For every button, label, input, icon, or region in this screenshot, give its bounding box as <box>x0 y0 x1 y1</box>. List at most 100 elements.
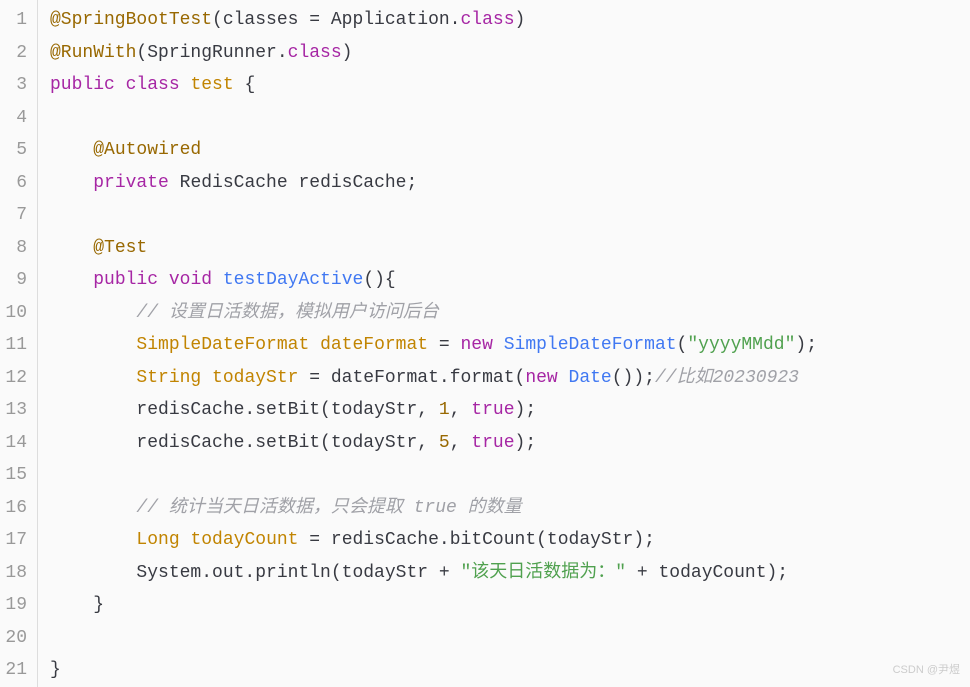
line-number: 17 <box>4 524 27 557</box>
code-token: public <box>93 270 158 290</box>
code-token: , <box>450 400 472 420</box>
code-token <box>309 335 320 355</box>
line-number: 14 <box>4 427 27 460</box>
code-token: = redisCache.bitCount(todayStr); <box>298 530 654 550</box>
line-number: 7 <box>4 199 27 232</box>
code-token: ) <box>342 43 353 63</box>
code-token: } <box>50 660 61 680</box>
code-token <box>180 75 191 95</box>
line-number-gutter: 123456789101112131415161718192021 <box>0 0 38 687</box>
code-token: ); <box>515 400 537 420</box>
code-line: Long todayCount = redisCache.bitCount(to… <box>50 524 970 557</box>
code-token: + todayCount); <box>626 563 788 583</box>
watermark: CSDN @尹煜 <box>893 661 960 681</box>
code-line: String todayStr = dateFormat.format(new … <box>50 362 970 395</box>
code-token: new <box>525 368 557 388</box>
code-line <box>50 102 970 135</box>
code-token: = <box>428 335 460 355</box>
code-token: todayStr <box>212 368 298 388</box>
code-line: System.out.println(todayStr + "该天日活数据为："… <box>50 557 970 590</box>
code-line: // 统计当天日活数据，只会提取 true 的数量 <box>50 492 970 525</box>
code-token <box>50 498 136 518</box>
code-token: String <box>136 368 201 388</box>
code-token: new <box>461 335 493 355</box>
code-token: RedisCache redisCache; <box>169 173 417 193</box>
code-token: { <box>234 75 256 95</box>
code-token: todayCount <box>190 530 298 550</box>
code-token: true <box>471 400 514 420</box>
code-token <box>50 368 136 388</box>
code-token <box>50 530 136 550</box>
code-token <box>50 303 136 323</box>
code-token: ) <box>515 10 526 30</box>
line-number: 5 <box>4 134 27 167</box>
code-token: ); <box>795 335 817 355</box>
code-token: ()); <box>612 368 655 388</box>
line-number: 20 <box>4 622 27 655</box>
line-number: 2 <box>4 37 27 70</box>
line-number: 19 <box>4 589 27 622</box>
code-token: redisCache.setBit(todayStr, <box>50 400 439 420</box>
line-number: 12 <box>4 362 27 395</box>
code-token <box>50 335 136 355</box>
code-token: @RunWith <box>50 43 136 63</box>
code-token: testDayActive <box>223 270 363 290</box>
line-number: 3 <box>4 69 27 102</box>
code-token <box>50 238 93 258</box>
code-token: // 设置日活数据，模拟用户访问后台 <box>136 303 438 323</box>
code-token: = dateFormat.format( <box>298 368 525 388</box>
code-token: Date <box>569 368 612 388</box>
code-token: @Test <box>93 238 147 258</box>
code-token <box>115 75 126 95</box>
code-token: ); <box>515 433 537 453</box>
line-number: 9 <box>4 264 27 297</box>
code-token: true <box>471 433 514 453</box>
code-token: void <box>169 270 212 290</box>
line-number: 21 <box>4 654 27 687</box>
code-line: redisCache.setBit(todayStr, 5, true); <box>50 427 970 460</box>
code-line: redisCache.setBit(todayStr, 1, true); <box>50 394 970 427</box>
code-line: @Test <box>50 232 970 265</box>
line-number: 8 <box>4 232 27 265</box>
code-token: @SpringBootTest <box>50 10 212 30</box>
code-line: } <box>50 654 970 687</box>
line-number: 1 <box>4 4 27 37</box>
code-token: class <box>126 75 180 95</box>
code-token: // 统计当天日活数据，只会提取 true 的数量 <box>136 498 521 518</box>
code-token: @Autowired <box>93 140 201 160</box>
line-number: 6 <box>4 167 27 200</box>
line-number: 16 <box>4 492 27 525</box>
code-token: "该天日活数据为：" <box>460 563 626 583</box>
code-token: "yyyyMMdd" <box>687 335 795 355</box>
code-line <box>50 199 970 232</box>
code-token <box>180 530 191 550</box>
code-token <box>50 270 93 290</box>
code-token: class <box>288 43 342 63</box>
code-token <box>50 173 93 193</box>
code-line: } <box>50 589 970 622</box>
code-token <box>212 270 223 290</box>
code-token: SimpleDateFormat <box>136 335 309 355</box>
code-token: 5 <box>439 433 450 453</box>
code-token: (classes = Application. <box>212 10 460 30</box>
code-token: } <box>50 595 104 615</box>
line-number: 10 <box>4 297 27 330</box>
code-token <box>493 335 504 355</box>
code-token: ( <box>677 335 688 355</box>
code-line: public class test { <box>50 69 970 102</box>
code-area: @SpringBootTest(classes = Application.cl… <box>38 0 970 687</box>
code-token: (SpringRunner. <box>136 43 287 63</box>
code-token: private <box>93 173 169 193</box>
code-token: test <box>190 75 233 95</box>
code-line: SimpleDateFormat dateFormat = new Simple… <box>50 329 970 362</box>
code-line: @SpringBootTest(classes = Application.cl… <box>50 4 970 37</box>
code-token: class <box>460 10 514 30</box>
code-line: @Autowired <box>50 134 970 167</box>
code-line: public void testDayActive(){ <box>50 264 970 297</box>
code-token: redisCache.setBit(todayStr, <box>50 433 439 453</box>
code-token: Long <box>136 530 179 550</box>
code-token <box>201 368 212 388</box>
line-number: 13 <box>4 394 27 427</box>
line-number: 18 <box>4 557 27 590</box>
code-token: SimpleDateFormat <box>504 335 677 355</box>
